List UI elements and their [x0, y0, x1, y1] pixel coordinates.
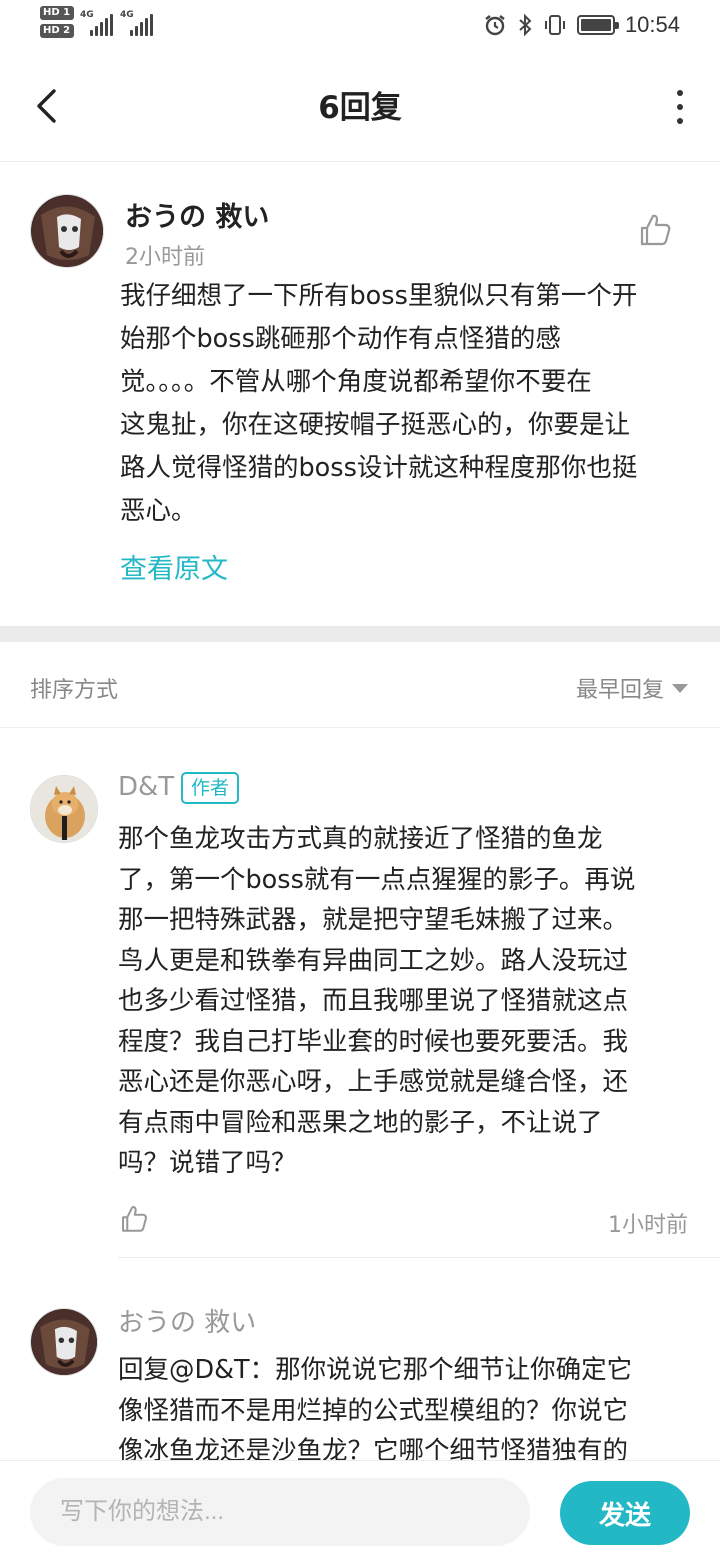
avatar[interactable] [30, 775, 98, 843]
reply-item: D&T 作者 那个鱼龙攻击方式真的就接近了怪猎的鱼龙 了，第一个boss就有一点… [0, 729, 720, 1259]
comment-time: 2小时前 [125, 245, 205, 270]
section-divider [0, 626, 720, 642]
sim2-badge: HD 2 [40, 24, 74, 38]
network-type-2: 4G [120, 10, 134, 20]
page-title: 6回复 [318, 90, 402, 126]
status-bar: HD 1 HD 2 4G 4G 10:54 [0, 0, 720, 52]
sim-indicators: HD 1 HD 2 [40, 6, 74, 42]
vibrate-icon [544, 15, 565, 35]
reply-body: 回复@D&T：那你说说它那个细节让你确定它 像怪猎而不是用烂掉的公式型模组的？你… [118, 1355, 633, 1460]
reply-separator [118, 1257, 720, 1258]
view-original-link[interactable]: 查看原文 [120, 547, 228, 586]
thumbs-up-icon [640, 214, 671, 246]
reply-item: おうの 救い 回复@D&T：那你说说它那个细节让你确定它 像怪猎而不是用烂掉的公… [0, 1262, 720, 1460]
comment-input-bar: 发送 [0, 1460, 720, 1560]
signal-icon-2: 4G [120, 10, 156, 36]
reply-author[interactable]: おうの 救い [118, 1302, 256, 1339]
reply-body: 那个鱼龙攻击方式真的就接近了怪猎的鱼龙 了，第一个boss就有一点点猩猩的影子。… [118, 824, 636, 1178]
sim1-badge: HD 1 [40, 6, 74, 20]
bluetooth-icon [519, 13, 532, 37]
avatar-image [31, 1309, 97, 1375]
sort-label: 排序方式 [30, 678, 119, 703]
reply-time: 1小时前 [608, 1213, 688, 1238]
network-type-1: 4G [80, 10, 94, 20]
author-badge: 作者 [181, 772, 240, 804]
thumbs-up-icon [122, 1206, 147, 1232]
like-button[interactable] [118, 1203, 150, 1235]
like-button[interactable] [636, 211, 674, 249]
alarm-icon [485, 15, 505, 36]
avatar-image [31, 195, 103, 267]
chevron-down-icon [672, 683, 688, 693]
sort-selected-value: 最早回复 [575, 678, 664, 703]
reply-author[interactable]: D&T [118, 772, 174, 802]
avatar[interactable] [30, 1308, 98, 1376]
send-button[interactable]: 发送 [560, 1481, 690, 1545]
avatar-image [31, 776, 97, 842]
top-nav-bar: 6回复 [0, 52, 720, 162]
comment-body: 我仔细想了一下所有boss里貌似只有第一个开 始那个boss跳砸那个动作有点怪猎… [120, 281, 638, 526]
main-comment: おうの 救い 2小时前 我仔细想了一下所有boss里貌似只有第一个开 始那个bo… [0, 163, 720, 625]
signal-icon-1: 4G [80, 10, 116, 36]
comment-input[interactable] [30, 1478, 530, 1546]
sort-dropdown[interactable]: 最早回复 [576, 672, 688, 704]
status-right: 10:54 [483, 10, 680, 40]
battery-icon [576, 15, 619, 35]
more-vertical-icon[interactable] [674, 90, 686, 124]
avatar[interactable] [30, 194, 104, 268]
sort-bar: 排序方式 最早回复 [0, 642, 720, 728]
comment-author[interactable]: おうの 救い [125, 195, 269, 234]
clock: 10:54 [624, 12, 680, 37]
